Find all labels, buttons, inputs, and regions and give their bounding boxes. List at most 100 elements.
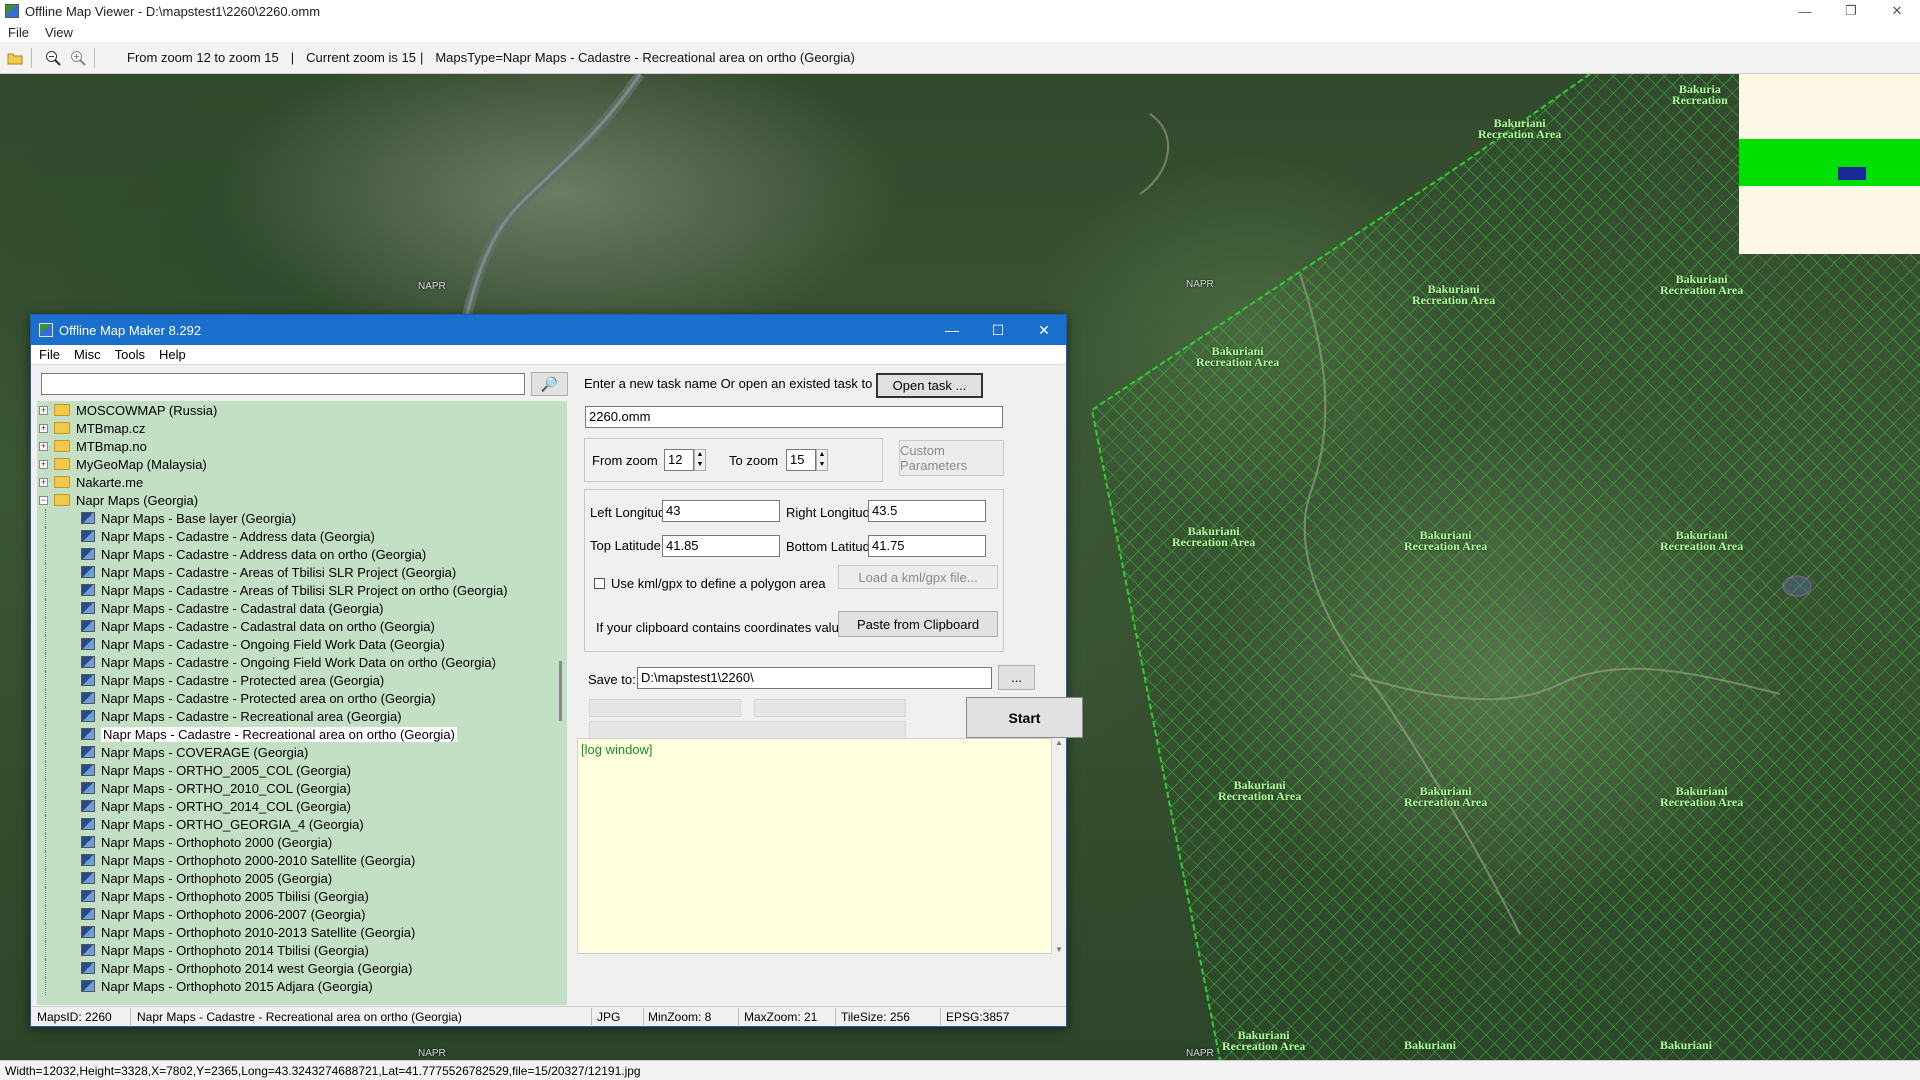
tree-item[interactable]: Napr Maps - Cadastre - Address data (Geo… <box>37 527 567 545</box>
maps-search-input[interactable] <box>41 373 525 395</box>
status-maps-id: MapsID: 2260 <box>37 1010 112 1024</box>
tree-folder[interactable]: + Nakarte.me <box>37 473 567 491</box>
open-task-button[interactable]: Open task ... <box>876 373 983 398</box>
tree-item[interactable]: Napr Maps - Base layer (Georgia) <box>37 509 567 527</box>
custom-parameters-button[interactable]: Custom Parameters <box>899 440 1004 476</box>
maps-type-text: MapsType=Napr Maps - Cadastre - Recreati… <box>435 50 855 65</box>
tree-item[interactable]: Napr Maps - ORTHO_2005_COL (Georgia) <box>37 761 567 779</box>
log-scrollbar[interactable]: ▲ ▼ <box>1052 738 1066 954</box>
tree-item[interactable]: Napr Maps - Orthophoto 2005 (Georgia) <box>37 869 567 887</box>
dialog-menu-misc[interactable]: Misc <box>74 347 101 362</box>
tree-folder[interactable]: + MTBmap.cz <box>37 419 567 437</box>
progress-bar-total <box>589 721 906 739</box>
zoom-in-icon[interactable] <box>68 48 88 68</box>
menu-bar: File View <box>0 22 1920 42</box>
tree-item[interactable]: Napr Maps - Cadastre - Protected area on… <box>37 689 567 707</box>
top-latitude-input[interactable]: 41.85 <box>662 535 780 557</box>
log-scroll-down-icon[interactable]: ▼ <box>1052 945 1066 954</box>
bottom-latitude-input[interactable]: 41.75 <box>868 535 986 557</box>
tree-item[interactable]: Napr Maps - Orthophoto 2015 Adjara (Geor… <box>37 977 567 995</box>
tree-item[interactable]: Napr Maps - Cadastre - Ongoing Field Wor… <box>37 635 567 653</box>
tree-item[interactable]: Napr Maps - Cadastre - Protected area (G… <box>37 671 567 689</box>
overview-minimap[interactable] <box>1739 74 1920 254</box>
right-longitude-label: Right Longitude <box>786 505 878 520</box>
tree-expander-icon[interactable]: + <box>39 477 48 487</box>
map-layer-icon <box>81 980 95 992</box>
log-window[interactable]: [log window] <box>577 738 1052 954</box>
map-layer-icon <box>81 530 95 542</box>
tree-item[interactable]: Napr Maps - Cadastre - Recreational area… <box>37 725 567 743</box>
napr-watermark: NAPR <box>1186 1048 1214 1059</box>
browse-button[interactable]: ... <box>998 665 1035 690</box>
tree-item[interactable]: Napr Maps - Orthophoto 2005 Tbilisi (Geo… <box>37 887 567 905</box>
tree-expander-icon[interactable]: + <box>39 405 48 415</box>
bottom-latitude-label: Bottom Latitude <box>786 539 878 554</box>
tree-item[interactable]: Napr Maps - ORTHO_2010_COL (Georgia) <box>37 779 567 797</box>
to-zoom-spinner[interactable]: ▲ ▼ <box>816 449 828 471</box>
map-layer-icon <box>81 656 95 668</box>
tree-folder[interactable]: + MyGeoMap (Malaysia) <box>37 455 567 473</box>
tree-item[interactable]: Napr Maps - Orthophoto 2000 (Georgia) <box>37 833 567 851</box>
paste-clipboard-button[interactable]: Paste from Clipboard <box>838 611 998 637</box>
dialog-maximize-button[interactable]: ☐ <box>975 315 1021 345</box>
kml-checkbox[interactable] <box>594 578 605 589</box>
tree-folder[interactable]: + MTBmap.no <box>37 437 567 455</box>
map-layer-icon <box>81 674 95 686</box>
dialog-menu-tools[interactable]: Tools <box>115 347 145 362</box>
minimize-button[interactable]: — <box>1782 0 1828 22</box>
minimap-viewport-box[interactable] <box>1838 167 1866 180</box>
from-zoom-spinner[interactable]: ▲ ▼ <box>694 449 706 471</box>
tree-item[interactable]: Napr Maps - Cadastre - Areas of Tbilisi … <box>37 563 567 581</box>
load-kml-button[interactable]: Load a kml/gpx file... <box>838 565 998 589</box>
tree-expander-icon[interactable]: + <box>39 459 48 469</box>
menu-view[interactable]: View <box>45 25 73 40</box>
tree-item-label: Napr Maps - ORTHO_2014_COL (Georgia) <box>101 798 351 814</box>
tree-item[interactable]: Napr Maps - Cadastre - Recreational area… <box>37 707 567 725</box>
recreation-area-label: Bakuriani Recreation Area <box>1660 784 1744 809</box>
tree-item[interactable]: Napr Maps - Orthophoto 2010-2013 Satelli… <box>37 923 567 941</box>
folder-open-icon[interactable] <box>5 48 25 68</box>
tree-expander-icon[interactable]: − <box>39 495 48 505</box>
tree-item[interactable]: Napr Maps - ORTHO_2014_COL (Georgia) <box>37 797 567 815</box>
tree-folder[interactable]: − Napr Maps (Georgia) <box>37 491 567 509</box>
left-longitude-input[interactable]: 43 <box>662 500 780 522</box>
tree-item[interactable]: Napr Maps - Cadastre - Ongoing Field Wor… <box>37 653 567 671</box>
folder-icon <box>54 494 70 506</box>
tree-item[interactable]: Napr Maps - Orthophoto 2014 west Georgia… <box>37 959 567 977</box>
save-to-input[interactable]: D:\mapstest1\2260\ <box>637 667 992 689</box>
tree-item[interactable]: Napr Maps - Orthophoto 2006-2007 (Georgi… <box>37 905 567 923</box>
status-maps-name: Napr Maps - Cadastre - Recreational area… <box>137 1010 462 1024</box>
tree-item[interactable]: Napr Maps - Orthophoto 2014 Tbilisi (Geo… <box>37 941 567 959</box>
zoom-out-icon[interactable] <box>43 48 63 68</box>
tree-item[interactable]: Napr Maps - Cadastre - Cadastral data on… <box>37 617 567 635</box>
dialog-minimize-button[interactable]: — <box>929 315 975 345</box>
tree-item[interactable]: Napr Maps - Cadastre - Address data on o… <box>37 545 567 563</box>
maps-tree[interactable]: + MOSCOWMAP (Russia) + MTBmap.cz + MTBmap.no +… <box>37 401 567 1005</box>
tree-item[interactable]: Napr Maps - Orthophoto 2000-2010 Satelli… <box>37 851 567 869</box>
maximize-button[interactable]: ❐ <box>1828 0 1874 22</box>
menu-file[interactable]: File <box>8 25 29 40</box>
to-zoom-input[interactable]: 15 <box>786 449 816 471</box>
tree-expander-icon[interactable]: + <box>39 441 48 451</box>
task-panel: Enter a new task name Or open an existed… <box>576 365 1083 1005</box>
tree-line <box>45 617 46 635</box>
tree-expander-icon[interactable]: + <box>39 423 48 433</box>
search-button[interactable]: 🔎 <box>531 372 568 396</box>
from-zoom-input[interactable]: 12 <box>664 449 694 471</box>
tree-item[interactable]: Napr Maps - Cadastre - Cadastral data (G… <box>37 599 567 617</box>
title-bar: Offline Map Viewer - D:\mapstest1\2260\2… <box>0 0 1920 22</box>
recreation-area-label: Bakuriani Recreation Area <box>1660 528 1744 553</box>
dialog-close-button[interactable]: ✕ <box>1021 315 1067 345</box>
dialog-menu-help[interactable]: Help <box>159 347 186 362</box>
tree-folder-label: MOSCOWMAP (Russia) <box>76 402 218 418</box>
close-button[interactable]: ✕ <box>1874 0 1920 22</box>
tree-item[interactable]: Napr Maps - Cadastre - Areas of Tbilisi … <box>37 581 567 599</box>
log-scroll-up-icon[interactable]: ▲ <box>1052 738 1066 747</box>
task-name-input[interactable]: 2260.omm <box>585 406 1003 428</box>
dialog-menu-file[interactable]: File <box>39 347 60 362</box>
tree-item[interactable]: Napr Maps - COVERAGE (Georgia) <box>37 743 567 761</box>
start-button[interactable]: Start <box>966 697 1083 738</box>
tree-item[interactable]: Napr Maps - ORTHO_GEORGIA_4 (Georgia) <box>37 815 567 833</box>
right-longitude-input[interactable]: 43.5 <box>868 500 986 522</box>
tree-folder[interactable]: + MOSCOWMAP (Russia) <box>37 401 567 419</box>
